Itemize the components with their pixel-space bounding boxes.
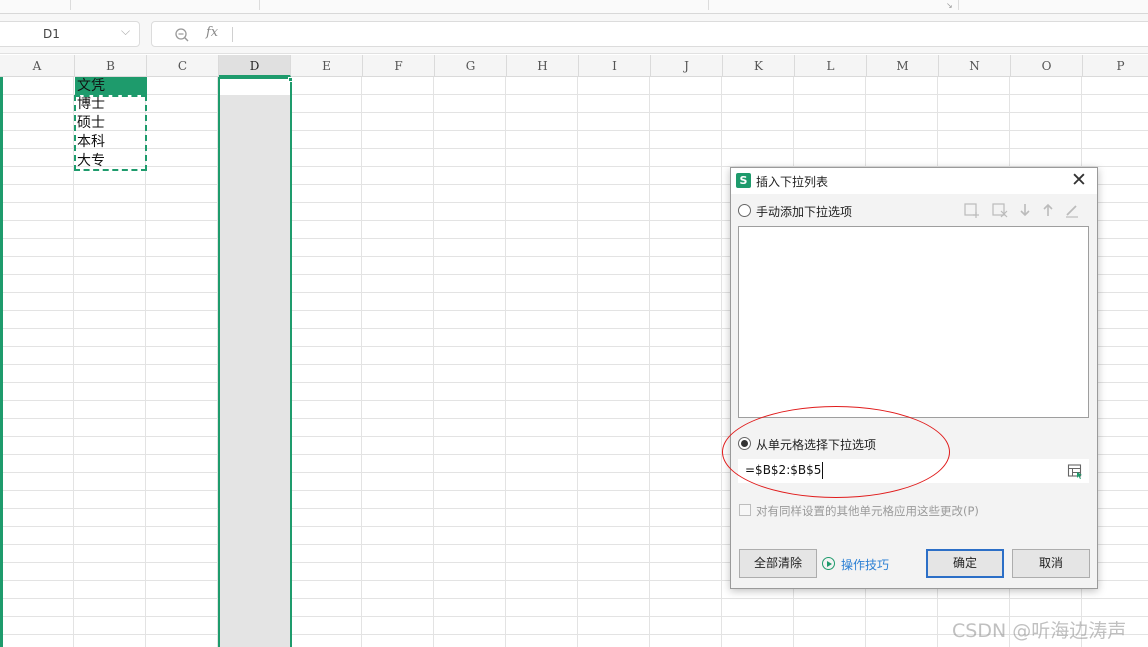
chevron-down-icon[interactable]: ⌵ xyxy=(121,24,130,39)
delete-item-icon[interactable] xyxy=(991,201,1009,219)
add-item-icon[interactable] xyxy=(963,201,981,219)
column-header-f[interactable]: F xyxy=(363,55,435,77)
apply-all-label: 对有同样设置的其他单元格应用这些更改(P) xyxy=(756,504,979,518)
manual-option-label[interactable]: 手动添加下拉选项 xyxy=(756,203,852,220)
manual-options-list[interactable] xyxy=(738,226,1089,418)
fill-handle[interactable] xyxy=(288,77,293,82)
edit-item-icon[interactable] xyxy=(1063,201,1081,219)
red-annotation-ellipse xyxy=(722,406,950,498)
column-header-j[interactable]: J xyxy=(651,55,723,77)
column-header-d[interactable]: D xyxy=(219,55,291,77)
app-logo-icon: S xyxy=(736,173,751,188)
formula-input[interactable]: fx xyxy=(151,21,1148,47)
insert-dropdown-dialog: S 插入下拉列表 ✕ 手动添加下拉选项 从单元格选择下拉选项 =$B$2:$B$… xyxy=(730,167,1098,589)
name-box[interactable]: D1 ⌵ xyxy=(0,21,140,47)
selection-border xyxy=(218,77,292,647)
play-circle-icon xyxy=(822,557,835,570)
ribbon-separator xyxy=(958,0,959,10)
tips-link-label: 操作技巧 xyxy=(841,558,890,572)
dialog-title: 插入下拉列表 xyxy=(756,175,829,189)
column-header-l[interactable]: L xyxy=(795,55,867,77)
range-picker-icon[interactable] xyxy=(1067,463,1083,479)
ribbon-separator xyxy=(259,0,260,10)
formula-divider xyxy=(232,27,233,42)
dialog-titlebar[interactable]: S 插入下拉列表 ✕ xyxy=(731,168,1097,194)
column-header-p[interactable]: P xyxy=(1083,55,1148,77)
range-marquee xyxy=(74,95,147,171)
ok-button[interactable]: 确定 xyxy=(926,549,1004,578)
ribbon-separator xyxy=(708,0,709,10)
column-header-k[interactable]: K xyxy=(723,55,795,77)
column-header-h[interactable]: H xyxy=(507,55,579,77)
name-box-value: D1 xyxy=(43,27,60,41)
column-header-o[interactable]: O xyxy=(1011,55,1083,77)
formula-bar: D1 ⌵ fx xyxy=(0,14,1148,54)
column-header-g[interactable]: G xyxy=(435,55,507,77)
cancel-button[interactable]: 取消 xyxy=(1012,549,1090,578)
column-headers: ABCDEFGHIJKLMNOP xyxy=(0,55,1148,77)
move-down-icon[interactable] xyxy=(1016,201,1034,219)
apply-all-checkbox[interactable] xyxy=(739,504,751,516)
column-header-b[interactable]: B xyxy=(75,55,147,77)
ribbon-strip: ↘ xyxy=(0,0,1148,14)
column-header-i[interactable]: I xyxy=(579,55,651,77)
move-up-icon[interactable] xyxy=(1039,201,1057,219)
column-header-a[interactable]: A xyxy=(0,55,75,77)
zoom-icon[interactable] xyxy=(174,27,190,43)
ribbon-expand-icon[interactable]: ↘ xyxy=(946,1,953,10)
manual-option-radio[interactable] xyxy=(738,204,751,217)
column-header-n[interactable]: N xyxy=(939,55,1011,77)
sheet-left-edge xyxy=(0,77,3,647)
close-icon[interactable]: ✕ xyxy=(1071,169,1087,191)
column-header-c[interactable]: C xyxy=(147,55,219,77)
clear-all-button[interactable]: 全部清除 xyxy=(739,549,817,578)
watermark: CSDN @听海边涛声 xyxy=(952,620,1127,642)
column-header-m[interactable]: M xyxy=(867,55,939,77)
ribbon-separator xyxy=(70,0,71,10)
cell-b1[interactable]: 文凭 xyxy=(75,77,147,95)
column-header-e[interactable]: E xyxy=(291,55,363,77)
fx-icon[interactable]: fx xyxy=(206,25,218,40)
